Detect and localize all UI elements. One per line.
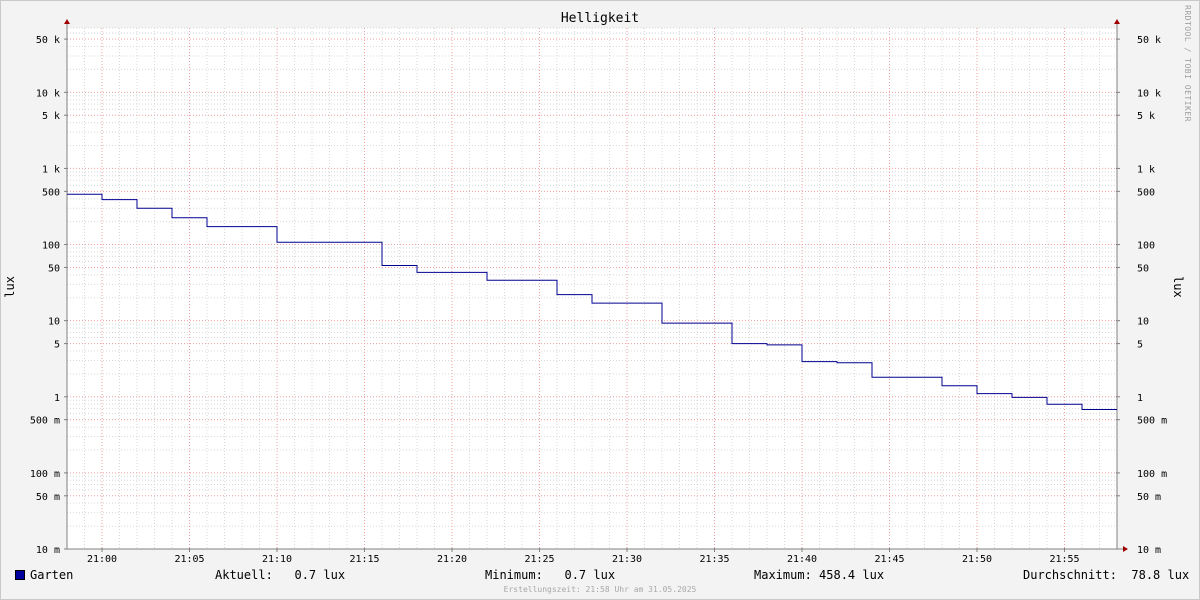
x-tick-label: 21:25 [524,554,554,565]
y-tick-label-right: 10 m [1137,545,1161,556]
y-tick-label-left: 100 [42,241,60,252]
y-tick-label-right: 1 k [1137,164,1155,175]
y-tick-label-left: 50 m [36,492,60,503]
y-tick-label-left: 5 [54,340,60,351]
x-tick-label: 21:15 [349,554,379,565]
y-tick-label-left: 500 [42,187,60,198]
x-tick-label: 21:40 [787,554,817,565]
y-tick-label-right: 5 k [1137,111,1155,122]
chart-title: Helligkeit [560,11,640,26]
x-tick-label: 21:10 [262,554,292,565]
y-tick-label-left: 100 m [30,469,60,480]
vendor-watermark: RRDTOOL / TOBI OETIKER [1183,5,1192,122]
y-tick-label-right: 50 m [1137,492,1161,503]
x-tick-label: 21:45 [874,554,904,565]
y-tick-label-left: 500 m [30,416,60,427]
y-tick-label-right: 500 [1137,187,1155,198]
y-tick-label-right: 100 [1137,241,1155,252]
y-tick-label-right: 10 k [1137,88,1161,99]
y-axis-label-left: lux [3,276,17,298]
y-tick-label-right: 50 k [1137,35,1161,46]
y-tick-label-right: 500 m [1137,416,1167,427]
y-tick-label-left: 10 k [36,88,60,99]
generation-timestamp: Erstellungszeit: 21:58 Uhr am 31.05.2025 [503,585,697,594]
chart-canvas: 10 m 10 m 50 m 50 m 100 m 100 m 500 m 500 m 1 1 5 5… [30,19,1167,565]
y-tick-label-left: 5 k [42,111,60,122]
legend-average: Durchschnitt: 78.8 lux [1023,568,1190,582]
x-tick-label: 21:35 [699,554,729,565]
legend-swatch [15,570,25,580]
y-tick-label-right: 100 m [1137,469,1167,480]
y-tick-label-left: 50 k [36,35,60,46]
x-tick-label: 21:50 [962,554,992,565]
y-axis-label-right: lux [1171,276,1185,298]
y-tick-label-right: 50 [1137,263,1149,274]
y-tick-label-right: 5 [1137,340,1143,351]
legend-current: Aktuell: 0.7 lux [215,568,346,582]
legend-series-name: Garten [30,568,74,582]
x-tick-label: 21:05 [174,554,204,565]
x-tick-label: 21:00 [87,554,117,565]
y-tick-label-left: 1 [54,393,60,404]
x-tick-label: 21:30 [612,554,642,565]
legend: Garten Aktuell: 0.7 lux Minimum: 0.7 lux… [0,567,1200,585]
x-tick-label: 21:55 [1049,554,1079,565]
legend-maximum: Maximum: 458.4 lux [754,568,885,582]
x-axis-arrow [1123,546,1128,552]
y-tick-label-right: 10 [1137,317,1149,328]
x-tick-label: 21:20 [437,554,467,565]
y-tick-label-left: 10 m [36,545,60,556]
legend-minimum: Minimum: 0.7 lux [485,568,616,582]
y-tick-label-left: 1 k [42,164,60,175]
y-tick-label-left: 10 [48,317,60,328]
y-tick-label-right: 1 [1137,393,1143,404]
y-tick-label-left: 50 [48,263,60,274]
